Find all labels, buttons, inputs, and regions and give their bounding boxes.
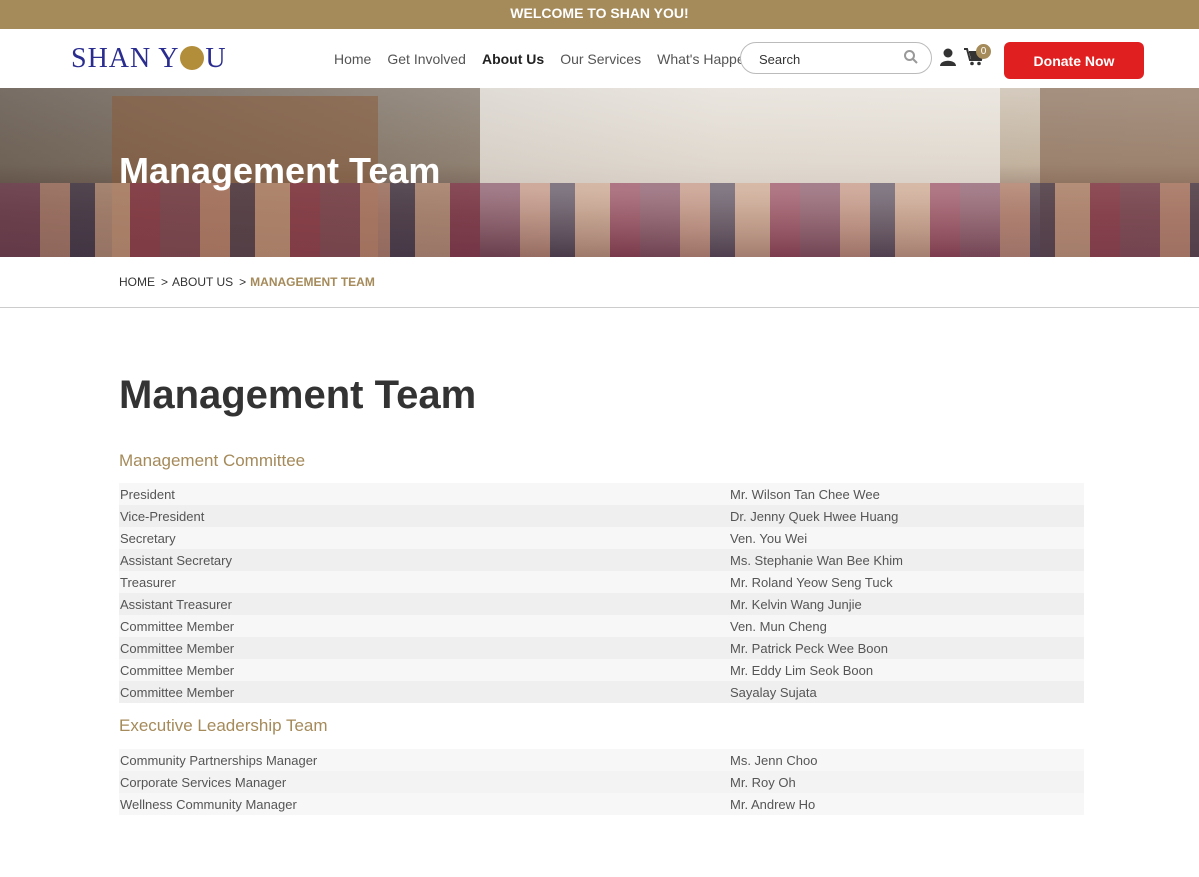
logo-text-end: U [205, 43, 227, 74]
welcome-banner: WELCOME TO SHAN YOU! [0, 0, 1199, 29]
table-row: Community Partnerships Manager Ms. Jenn C… [119, 749, 1084, 771]
section-title-executive-leadership: Executive Leadership Team [119, 716, 328, 735]
search-icon[interactable] [903, 49, 919, 70]
table-row: Treasurer Mr. Roland Yeow Seng Tuck [119, 571, 1084, 593]
role-cell: Assistant Treasurer [119, 593, 729, 615]
hero-photo-crowd [0, 183, 1199, 257]
role-cell: Wellness Community Manager [119, 793, 729, 815]
breadcrumb-separator: > [239, 275, 247, 289]
breadcrumb-home[interactable]: HOME [119, 275, 155, 289]
executive-leadership-table: Community Partnerships Manager Ms. Jenn C… [119, 749, 1084, 815]
name-cell: Ms. Jenn Choo [729, 749, 1084, 771]
role-cell: Vice-President [119, 505, 729, 527]
role-cell: President [119, 483, 729, 505]
name-cell: Mr. Patrick Peck Wee Boon [729, 637, 1084, 659]
name-cell: Ms. Stephanie Wan Bee Khim [729, 549, 1084, 571]
role-cell: Committee Member [119, 637, 729, 659]
donate-now-button[interactable]: Donate Now [1004, 42, 1144, 79]
logo-text-start: SHAN Y [71, 43, 180, 74]
breadcrumb-current: MANAGEMENT TEAM [250, 275, 375, 289]
role-cell: Community Partnerships Manager [119, 749, 729, 771]
role-cell: Corporate Services Manager [119, 771, 729, 793]
table-row: President Mr. Wilson Tan Chee Wee [119, 483, 1084, 505]
name-cell: Ven. You Wei [729, 527, 1084, 549]
role-cell: Treasurer [119, 571, 729, 593]
logo-emblem-icon [180, 46, 205, 70]
section-title-management-committee: Management Committee [119, 451, 306, 470]
table-row: Corporate Services Manager Mr. Roy Oh [119, 771, 1084, 793]
site-header: SHAN Y U Home Get Involved About Us Our Serv… [0, 29, 1199, 88]
name-cell: Mr. Roy Oh [729, 771, 1084, 793]
name-cell: Mr. Wilson Tan Chee Wee [729, 483, 1084, 505]
table-row: Committee Member Ven. Mun Cheng [119, 615, 1084, 637]
nav-whats-happening[interactable]: What's Happening [657, 51, 742, 67]
nav-get-involved[interactable]: Get Involved [387, 51, 466, 67]
welcome-text: WELCOME TO SHAN YOU! [510, 5, 689, 21]
name-cell: Mr. Roland Yeow Seng Tuck [729, 571, 1084, 593]
name-cell: Mr. Andrew Ho [729, 793, 1084, 815]
name-cell: Mr. Kelvin Wang Junjie [729, 593, 1084, 615]
nav-home[interactable]: Home [334, 51, 371, 67]
breadcrumb-separator: > [161, 275, 169, 289]
breadcrumb-about-us[interactable]: ABOUT US [172, 275, 233, 289]
table-row: Assistant Secretary Ms. Stephanie Wan Bee… [119, 549, 1084, 571]
nav-about-us[interactable]: About Us [482, 51, 544, 67]
nav-our-services[interactable]: Our Services [560, 51, 641, 67]
name-cell: Mr. Eddy Lim Seok Boon [729, 659, 1084, 681]
table-row: Assistant Treasurer Mr. Kelvin Wang Junji… [119, 593, 1084, 615]
name-cell: Ven. Mun Cheng [729, 615, 1084, 637]
search-box [740, 42, 932, 74]
breadcrumb: HOME > ABOUT US > MANAGEMENT TEAM [119, 275, 375, 289]
role-cell: Committee Member [119, 659, 729, 681]
page-title: Management Team [119, 373, 477, 417]
cart-count-badge: 0 [976, 44, 991, 59]
role-cell: Committee Member [119, 615, 729, 637]
table-row: Secretary Ven. You Wei [119, 527, 1084, 549]
site-logo[interactable]: SHAN Y U [71, 43, 227, 75]
search-input[interactable] [757, 49, 901, 69]
table-row: Wellness Community Manager Mr. Andrew Ho [119, 793, 1084, 815]
table-row: Committee Member Sayalay Sujata [119, 681, 1084, 703]
role-cell: Committee Member [119, 681, 729, 703]
management-committee-table: President Mr. Wilson Tan Chee Wee Vice-Pre… [119, 483, 1084, 703]
main-nav: Home Get Involved About Us Our Services What… [330, 43, 742, 75]
name-cell: Dr. Jenny Quek Hwee Huang [729, 505, 1084, 527]
role-cell: Secretary [119, 527, 729, 549]
table-row: Vice-President Dr. Jenny Quek Hwee Huang [119, 505, 1084, 527]
table-row: Committee Member Mr. Patrick Peck Wee Boo… [119, 637, 1084, 659]
hero-banner: Management Team [0, 88, 1199, 257]
divider [0, 307, 1199, 308]
name-cell: Sayalay Sujata [729, 681, 1084, 703]
hero-title: Management Team [119, 150, 441, 191]
role-cell: Assistant Secretary [119, 549, 729, 571]
table-row: Committee Member Mr. Eddy Lim Seok Boon [119, 659, 1084, 681]
user-icon[interactable] [940, 48, 956, 71]
